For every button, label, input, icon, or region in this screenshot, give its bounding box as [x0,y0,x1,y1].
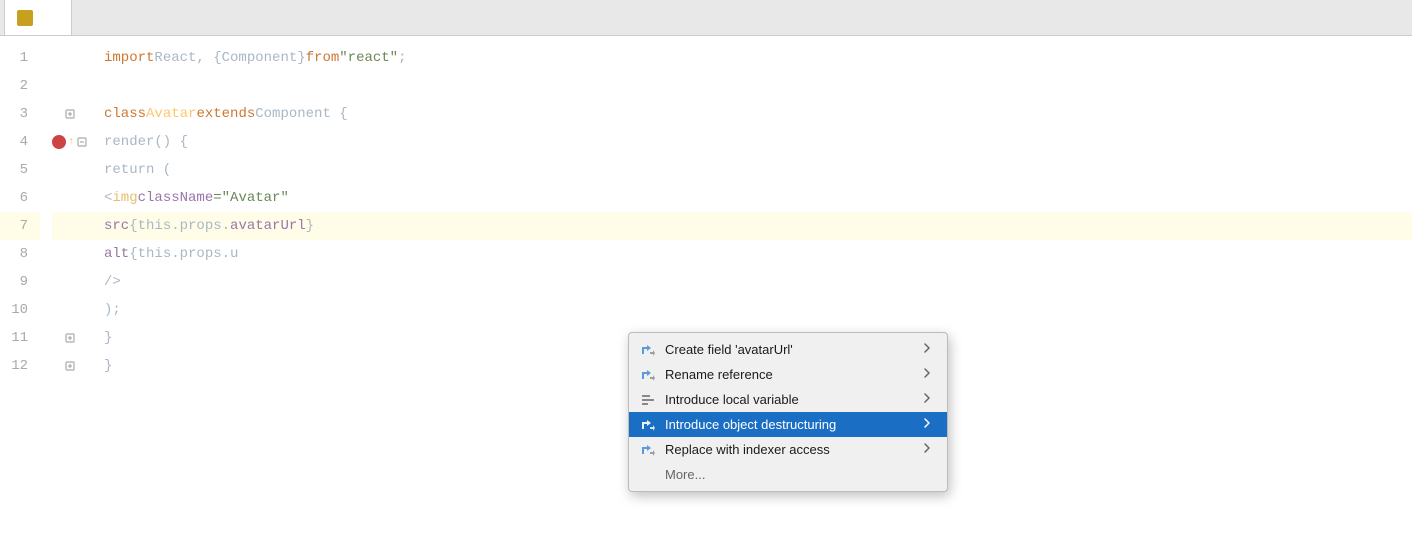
code-line: /> [104,268,1412,296]
fold-icon[interactable] [76,136,88,148]
code-token: } [104,352,112,380]
menu-item-label: Introduce object destructuring [665,417,915,432]
refactor-icon [639,368,657,382]
menu-item-label: Create field 'avatarUrl' [665,342,915,357]
line-number: 12 [0,352,40,380]
gutter-area: ↑ [52,36,88,554]
tab-bar [0,0,1412,36]
code-line: return ( [104,156,1412,184]
line-number: 3 [0,100,40,128]
menu-item-more[interactable]: More... [629,462,947,487]
submenu-arrow-icon [923,417,931,432]
code-token: render() { [104,128,188,156]
gutter-cell [52,240,88,268]
gutter-cell [52,72,88,100]
refactor-icon [639,393,657,407]
gutter-cell [52,184,88,212]
gutter-cell [52,268,88,296]
breakpoint-icon[interactable] [52,135,66,149]
line-number: 11 [0,324,40,352]
code-token: from [306,44,340,72]
code-token: } [104,324,112,352]
line-number: 6 [0,184,40,212]
menu-item-introduce-destructuring[interactable]: Introduce object destructuring [629,412,947,437]
menu-item-rename-reference[interactable]: Rename reference [629,362,947,387]
code-token: ); [104,296,121,324]
line-number: 1 [0,44,40,72]
code-token: return ( [104,156,171,184]
code-token: alt [104,240,129,268]
gutter-cell [52,44,88,72]
line-number: 9 [0,268,40,296]
menu-more-label: More... [665,467,931,482]
line-number: 4 [0,128,40,156]
gutter-cell [52,100,88,128]
menu-item-label: Rename reference [665,367,915,382]
code-token: class [104,100,146,128]
menu-item-label: Introduce local variable [665,392,915,407]
file-tab[interactable] [4,0,72,35]
fold-icon[interactable] [64,360,76,372]
line-number: 10 [0,296,40,324]
editor-window: 123456789101112 ↑ import React, {Compone… [0,0,1412,554]
refactor-icon [639,343,657,357]
code-token: avatarUrl [230,212,306,240]
code-line: class Avatar extends Component { [104,100,1412,128]
code-line: src{this.props.avatarUrl} [88,212,1412,240]
tab-close-button[interactable] [45,11,59,25]
code-token: img [112,184,137,212]
code-token: /> [104,268,121,296]
menu-item-replace-indexer[interactable]: Replace with indexer access [629,437,947,462]
submenu-arrow-icon [923,442,931,457]
code-token: Component { [255,100,347,128]
line-number: 2 [0,72,40,100]
submenu-arrow-icon [923,392,931,407]
code-area: 123456789101112 ↑ import React, {Compone… [0,36,1412,554]
code-token: src [104,212,129,240]
code-token: import [104,44,154,72]
gutter-cell [52,212,88,240]
menu-item-label: Replace with indexer access [665,442,915,457]
code-line: import React, {Component} from "react"; [104,44,1412,72]
code-token: ; [398,44,406,72]
fold-icon[interactable] [64,332,76,344]
fold-icon[interactable] [64,108,76,120]
line-number: 7 [0,212,40,240]
code-token: < [104,184,112,212]
code-token: React, {Component} [154,44,305,72]
more-icon [639,468,657,482]
submenu-arrow-icon [923,342,931,357]
execution-arrow: ↑ [68,137,74,148]
gutter-cell [52,156,88,184]
gutter-cell [52,296,88,324]
menu-item-introduce-local[interactable]: Introduce local variable [629,387,947,412]
code-line [104,72,1412,100]
code-line: ); [104,296,1412,324]
code-token: "react" [339,44,398,72]
gutter-cell: ↑ [52,128,88,156]
refactor-icon [639,443,657,457]
line-number: 8 [0,240,40,268]
line-number: 5 [0,156,40,184]
breakpoint-group: ↑ [52,135,88,149]
menu-item-create-field[interactable]: Create field 'avatarUrl' [629,337,947,362]
gutter-cell [52,324,88,352]
code-token: Avatar [146,100,196,128]
context-menu: Create field 'avatarUrl' Rename reference… [628,332,948,492]
code-token: extends [196,100,255,128]
gutter-cell [52,352,88,380]
code-line: <img className="Avatar" [104,184,1412,212]
code-token: } [306,212,314,240]
code-token: {this.props. [129,212,230,240]
refactor-icon [639,418,657,432]
code-token: className [138,184,214,212]
code-line: render() { [104,128,1412,156]
code-line: alt{this.props.u [104,240,1412,268]
js-file-icon [17,10,33,26]
submenu-arrow-icon [923,367,931,382]
code-token: {this.props.u [129,240,238,268]
line-numbers: 123456789101112 [0,36,52,554]
code-token: ="Avatar" [213,184,289,212]
